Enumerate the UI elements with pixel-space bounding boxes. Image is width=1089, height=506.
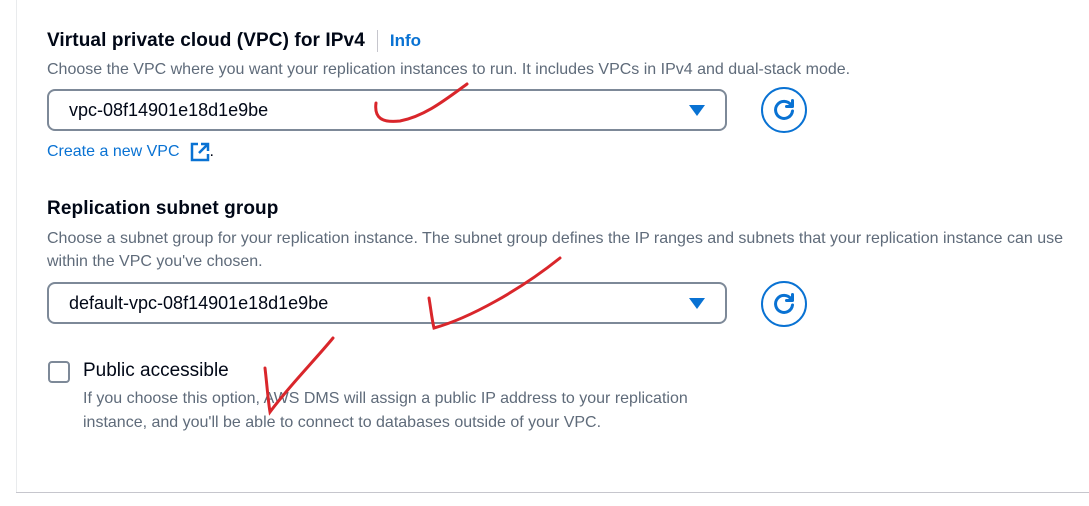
public-accessible-checkbox[interactable] <box>48 361 70 383</box>
refresh-icon <box>774 99 794 120</box>
subnet-select[interactable]: default-vpc-08f14901e18d1e9be <box>47 282 727 324</box>
vpc-label-row: Virtual private cloud (VPC) for IPv4 Inf… <box>47 30 421 52</box>
public-accessible-label: Public accessible <box>83 360 229 381</box>
refresh-icon <box>774 293 794 314</box>
create-vpc-link-trailing: . <box>209 143 214 160</box>
subnet-select-value: default-vpc-08f14901e18d1e9be <box>69 292 329 313</box>
panel-bottom-border <box>16 492 1089 493</box>
subnet-label-row: Replication subnet group <box>47 198 278 220</box>
create-vpc-link-text: Create a new VPC <box>47 143 180 160</box>
vpc-label: Virtual private cloud (VPC) for IPv4 <box>47 30 365 51</box>
panel-left-border <box>16 0 17 492</box>
vpc-info-link[interactable]: Info <box>390 31 421 51</box>
subnet-label: Replication subnet group <box>47 198 279 219</box>
caret-down-icon <box>689 104 705 116</box>
vpc-description: Choose the VPC where you want your repli… <box>47 61 851 78</box>
vpc-refresh-button[interactable] <box>761 87 807 133</box>
public-accessible-description: If you choose this option, AWS DMS will … <box>83 390 688 431</box>
vpc-select[interactable]: vpc-08f14901e18d1e9be <box>47 89 727 131</box>
subnet-refresh-button[interactable] <box>761 281 807 327</box>
subnet-description: Choose a subnet group for your replicati… <box>47 230 1064 270</box>
external-link-icon <box>190 142 209 162</box>
vpc-select-value: vpc-08f14901e18d1e9be <box>69 99 269 120</box>
caret-down-icon <box>689 297 705 309</box>
create-vpc-link[interactable]: Create a new VPC . <box>47 142 214 162</box>
info-divider <box>376 30 378 52</box>
